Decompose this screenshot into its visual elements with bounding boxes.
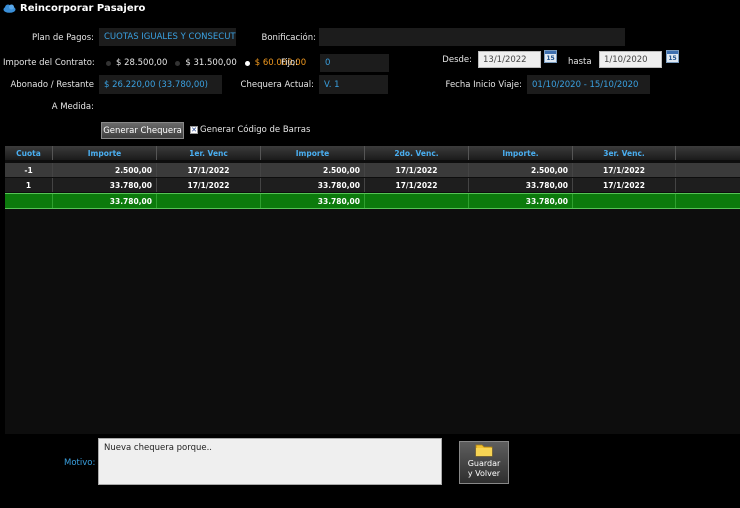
cloud-icon (3, 4, 16, 13)
plan-field[interactable]: CUOTAS IGUALES Y CONSECUT (99, 28, 236, 46)
column-header-importe-2[interactable]: Importe (261, 146, 365, 160)
desde-label: Desde: (442, 55, 472, 65)
table-row[interactable]: -1 2.500,00 17/1/2022 2.500,00 17/1/2022… (5, 163, 740, 177)
hasta-label: hasta (568, 57, 592, 67)
motivo-label: Motivo: (64, 458, 96, 468)
column-header-cuota[interactable]: Cuota (5, 146, 53, 160)
abonado-label: Abonado / Restante (10, 80, 94, 90)
fecha-inicio-label: Fecha Inicio Viaje: (445, 80, 522, 90)
desde-date-input[interactable]: 13/1/2022 (478, 51, 541, 68)
table-totals-row: 33.780,00 33.780,00 33.780,00 (5, 193, 740, 209)
radio-button[interactable] (175, 60, 181, 66)
importe-option-2[interactable]: $ 31.500,00 (175, 58, 237, 68)
motivo-textarea[interactable]: Nueva chequera porque.. (98, 438, 442, 485)
folder-icon (475, 444, 493, 457)
fijo-label: Fijo: (280, 58, 298, 68)
save-and-return-button[interactable]: Guardar y Volver (459, 441, 509, 484)
column-header-importe-3[interactable]: Importe. (469, 146, 573, 160)
table-row[interactable]: 1 33.780,00 17/1/2022 33.780,00 17/1/202… (5, 178, 740, 192)
window-title: Reincorporar Pasajero (20, 2, 146, 14)
calendar-icon[interactable]: 15 (666, 50, 679, 63)
a-medida-label: A Medida: (51, 102, 94, 112)
bonificacion-field[interactable] (319, 28, 625, 46)
generar-chequera-button[interactable]: Generar Chequera (101, 122, 184, 139)
column-header-venc-2[interactable]: 2do. Venc. (365, 146, 469, 160)
save-button-line1: Guardar (467, 459, 501, 468)
window-title-bar: Reincorporar Pasajero (0, 0, 740, 16)
plan-label: Plan de Pagos: (32, 33, 94, 43)
cuotas-table: Cuota Importe 1er. Venc Importe 2do. Ven… (5, 146, 740, 434)
abonado-field[interactable]: $ 26.220,00 (33.780,00) (99, 75, 222, 94)
radio-button[interactable] (106, 60, 111, 66)
importe-option-1[interactable]: $ 28.500,00 (106, 58, 167, 68)
column-header-venc-3[interactable]: 3er. Venc. (573, 146, 676, 160)
table-header: Cuota Importe 1er. Venc Importe 2do. Ven… (5, 146, 740, 160)
bonificacion-label: Bonificación: (261, 33, 316, 43)
save-button-line2: y Volver (467, 469, 501, 478)
fecha-inicio-field[interactable]: 01/10/2020 - 15/10/2020 (527, 75, 650, 94)
chequera-field[interactable]: V. 1 (319, 75, 388, 94)
importe-label: Importe del Contrato: (3, 58, 95, 68)
hasta-date-input[interactable]: 1/10/2020 (599, 51, 662, 68)
column-header-importe-1[interactable]: Importe (53, 146, 157, 160)
barcode-checkbox-label: Generar Código de Barras (200, 125, 311, 135)
fijo-field[interactable]: 0 (320, 54, 389, 72)
calendar-icon[interactable]: 15 (544, 50, 557, 63)
column-header-filler (676, 146, 740, 160)
column-header-venc-1[interactable]: 1er. Venc (157, 146, 261, 160)
barcode-checkbox[interactable]: ✕ (190, 126, 198, 134)
radio-button-selected[interactable] (244, 60, 250, 66)
chequera-label: Chequera Actual: (240, 80, 314, 90)
